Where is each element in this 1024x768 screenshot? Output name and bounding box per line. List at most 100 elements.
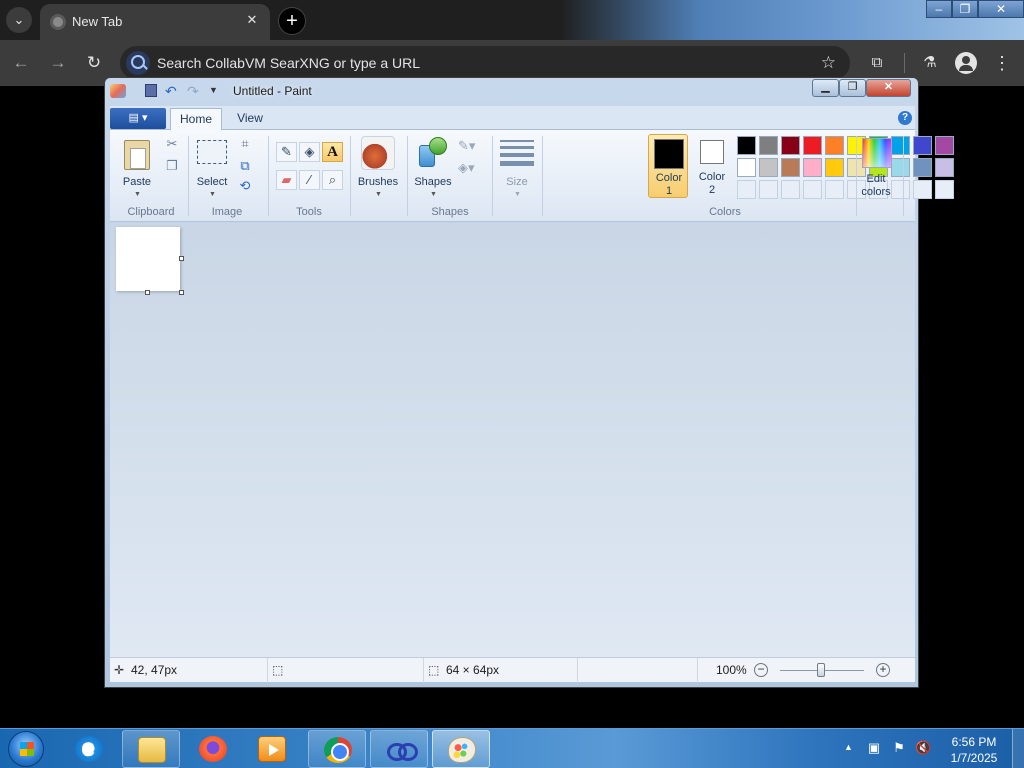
paste-icon[interactable] (124, 140, 150, 170)
text-tool-icon[interactable]: A (322, 142, 343, 162)
taskbar-firefox[interactable] (184, 730, 242, 768)
magnifier-icon[interactable]: ⌕ (322, 170, 343, 190)
paint-maximize-button[interactable]: ❐ (839, 79, 866, 97)
clock[interactable]: 6:56 PM 1/7/2025 (944, 734, 1004, 766)
paint-close-button[interactable]: ✕ (866, 79, 911, 97)
tab-search-button[interactable]: ⌄ (6, 7, 32, 33)
palette-swatch[interactable] (935, 158, 954, 177)
menu-dots-icon[interactable]: ⋮ (991, 52, 1013, 74)
palette-swatch[interactable] (935, 136, 954, 155)
outline-icon[interactable]: ✎▾ (458, 138, 475, 154)
tab-home[interactable]: Home (170, 108, 222, 131)
select-dropdown-icon[interactable]: ▼ (209, 191, 216, 198)
paste-dropdown-icon[interactable]: ▼ (134, 191, 141, 198)
new-tab-button[interactable]: + (278, 7, 306, 35)
palette-swatch-custom-empty[interactable] (913, 180, 932, 199)
action-center-flag-icon[interactable]: ⚑ (891, 740, 907, 756)
select-label[interactable]: Select (194, 176, 230, 189)
paste-label[interactable]: Paste (118, 176, 156, 189)
crop-icon[interactable]: ⌗ (237, 136, 253, 152)
palette-swatch[interactable] (913, 136, 932, 155)
address-bar[interactable]: Search CollabVM SearXNG or type a URL ☆ (120, 46, 850, 80)
shapes-dropdown-icon[interactable]: ▼ (430, 191, 437, 198)
shapes-label[interactable]: Shapes (411, 176, 455, 189)
start-button[interactable] (8, 731, 44, 767)
taskbar-virtualbox[interactable] (370, 730, 428, 768)
zoom-out-icon[interactable]: − (754, 663, 768, 677)
palette-swatch-custom-empty[interactable] (803, 180, 822, 199)
back-arrow-icon[interactable]: ← (10, 52, 32, 74)
redo-icon[interactable]: ↷ (187, 83, 199, 100)
brushes-label[interactable]: Brushes (354, 176, 402, 189)
palette-swatch[interactable] (913, 158, 932, 177)
taskbar-chrome[interactable] (308, 730, 366, 768)
palette-swatch[interactable] (803, 136, 822, 155)
close-window-button[interactable]: ✕ (978, 0, 1024, 18)
extensions-icon[interactable]: ⧉ (866, 52, 888, 74)
palette-swatch[interactable] (891, 136, 910, 155)
palette-swatch[interactable] (737, 158, 756, 177)
tab-view[interactable]: View (230, 108, 270, 131)
palette-swatch[interactable] (737, 136, 756, 155)
color1-button[interactable]: Color 1 (648, 134, 688, 198)
show-hidden-icons-arrow[interactable]: ▲ (844, 742, 853, 752)
palette-swatch[interactable] (781, 158, 800, 177)
bookmark-star-icon[interactable]: ☆ (821, 53, 836, 73)
eraser-icon[interactable]: ▰ (276, 170, 297, 190)
show-desktop-button[interactable] (1012, 729, 1024, 768)
paint-menu-button[interactable]: ▤ ▾ (110, 108, 166, 129)
size-dropdown-icon[interactable]: ▼ (514, 191, 521, 198)
palette-swatch-custom-empty[interactable] (781, 180, 800, 199)
quick-access-dropdown-icon[interactable]: ▼ (209, 85, 218, 95)
help-icon[interactable]: ? (898, 111, 912, 125)
pencil-icon[interactable]: ✎ (276, 142, 297, 162)
save-icon[interactable] (145, 84, 157, 97)
size-icon[interactable] (500, 140, 534, 166)
color2-button[interactable]: Color 2 (692, 134, 732, 198)
tab-new-tab[interactable]: New Tab ✕ (40, 4, 270, 40)
palette-swatch[interactable] (825, 158, 844, 177)
resize-icon[interactable]: ⧉ (237, 158, 253, 174)
palette-swatch-custom-empty[interactable] (759, 180, 778, 199)
taskbar-internet-explorer[interactable] (60, 730, 118, 768)
copy-icon[interactable]: ❐ (164, 158, 180, 174)
palette-swatch[interactable] (825, 136, 844, 155)
resize-handle-bottom[interactable] (145, 290, 150, 295)
resize-handle-corner[interactable] (179, 290, 184, 295)
palette-swatch[interactable] (759, 158, 778, 177)
brushes-icon[interactable] (361, 136, 395, 170)
palette-swatch[interactable] (803, 158, 822, 177)
select-icon[interactable] (197, 140, 227, 164)
edit-colors-label-line2[interactable]: colors (852, 186, 900, 199)
reload-icon[interactable]: ↻ (83, 52, 105, 74)
palette-swatch-custom-empty[interactable] (825, 180, 844, 199)
paint-minimize-button[interactable]: ▁ (812, 79, 839, 97)
forward-arrow-icon[interactable]: → (47, 52, 69, 74)
taskbar-paint[interactable] (432, 730, 490, 768)
minimize-button[interactable]: ‒ (926, 0, 952, 18)
labs-flask-icon[interactable]: ⚗ (919, 52, 941, 74)
undo-icon[interactable]: ↶ (165, 83, 177, 100)
rotate-icon[interactable]: ⟲ (237, 178, 253, 194)
zoom-slider-thumb[interactable] (817, 663, 825, 677)
volume-muted-icon[interactable]: 🔇 (915, 740, 931, 756)
edit-colors-label-line1[interactable]: Edit (852, 173, 900, 186)
close-icon[interactable]: ✕ (242, 10, 262, 30)
drawing-canvas[interactable] (116, 227, 180, 291)
profile-avatar-icon[interactable] (955, 52, 977, 74)
edit-colors-icon[interactable] (862, 138, 892, 168)
fill-bucket-icon[interactable]: ◈ (299, 142, 320, 162)
fill-icon[interactable]: ◈▾ (458, 160, 475, 176)
cut-icon[interactable]: ✂ (164, 136, 180, 152)
resize-handle-right[interactable] (179, 256, 184, 261)
palette-swatch-custom-empty[interactable] (737, 180, 756, 199)
palette-swatch-custom-empty[interactable] (935, 180, 954, 199)
shapes-icon[interactable] (417, 137, 449, 169)
brushes-dropdown-icon[interactable]: ▼ (375, 191, 382, 198)
palette-swatch[interactable] (781, 136, 800, 155)
paint-app-icon[interactable] (110, 84, 126, 98)
canvas-workspace[interactable] (110, 223, 915, 657)
taskbar-media-player[interactable] (243, 730, 301, 768)
network-icon[interactable]: ▣ (866, 740, 882, 756)
palette-swatch[interactable] (759, 136, 778, 155)
